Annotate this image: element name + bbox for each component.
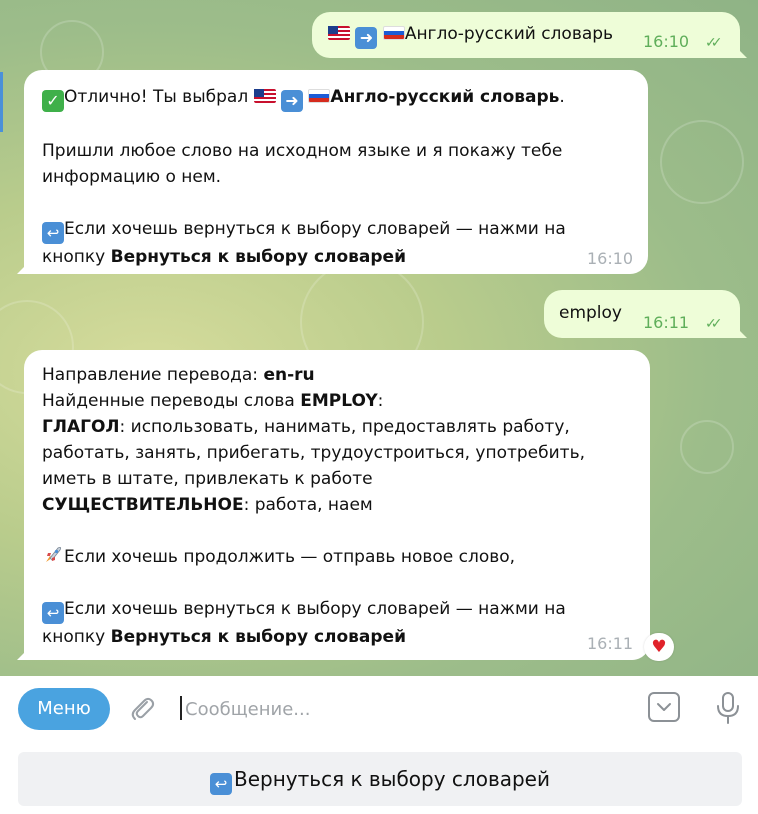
message-line: Найденные переводы слова EMPLOY:: [42, 391, 384, 411]
incoming-message[interactable]: ✓ Отлично! Ты выбрал ➜ Англо-русский слов…: [17, 70, 648, 274]
bubble-tail: [735, 326, 747, 338]
rocket-icon: [46, 546, 62, 562]
ru-flag-icon: [308, 89, 331, 103]
bubble-tail: [17, 648, 29, 660]
us-flag-icon: [328, 26, 350, 40]
message-line: ГЛАГОЛ: использовать, нанимать, предоста…: [42, 417, 585, 489]
background-doodle: [680, 420, 734, 474]
message-time: 16:10: [643, 32, 690, 51]
return-arrow-icon: ↩: [42, 222, 64, 244]
paperclip-icon[interactable]: [127, 694, 157, 724]
keyboard-button-label: Вернуться к выбору словарей: [234, 767, 550, 791]
message-text: Англо-русский словарь: [404, 24, 614, 44]
right-arrow-icon: ➜: [281, 90, 303, 112]
message-time: 16:10: [587, 249, 634, 268]
message-line: ✓ Отлично! Ты выбрал ➜ Англо-русский слов…: [42, 84, 632, 112]
microphone-icon[interactable]: [713, 690, 743, 726]
message-paragraph: ↩ Если хочешь вернуться к выбору словарей…: [42, 219, 566, 267]
message-text: employ: [559, 303, 622, 323]
check-mark-icon: ✓: [42, 90, 64, 112]
incoming-message[interactable]: Направление перевода: en-ru Найденные пе…: [17, 350, 650, 660]
right-arrow-icon: ➜: [355, 27, 378, 49]
background-doodle: [660, 120, 744, 204]
message-line: Если хочешь продолжить — отправь новое с…: [42, 544, 602, 570]
back-to-dictionaries-button[interactable]: ↩ Вернуться к выбору словарей: [18, 752, 742, 806]
message-input[interactable]: [183, 692, 617, 726]
message-paragraph: ↩ Если хочешь вернуться к выбору словарей…: [42, 599, 566, 647]
message-line: Направление перевода: en-ru: [42, 365, 315, 385]
return-arrow-icon: ↩: [42, 602, 64, 624]
menu-button[interactable]: Меню: [18, 688, 110, 730]
return-arrow-icon: ↩: [210, 773, 232, 795]
outgoing-message[interactable]: ➜ Англо-русский словарь 16:10 ✓✓: [312, 12, 747, 58]
message-line: СУЩЕСТВИТЕЛЬНОЕ: работа, наем: [42, 495, 373, 515]
heart-reaction-icon[interactable]: ♥: [644, 633, 674, 661]
read-ticks-icon: ✓✓: [705, 316, 723, 332]
message-paragraph: Пришли любое слово на исходном языке и я…: [42, 141, 563, 187]
chat-area: ➜ Англо-русский словарь 16:10 ✓✓ ✓ Отличн…: [0, 0, 758, 676]
bubble-tail: [735, 46, 747, 58]
message-time: 16:11: [587, 634, 634, 653]
chevron-down-icon: [657, 703, 671, 711]
scroll-indicator: [0, 72, 3, 132]
outgoing-message[interactable]: employ 16:11 ✓✓: [544, 290, 747, 338]
message-time: 16:11: [643, 313, 690, 332]
bubble-tail: [17, 262, 29, 274]
text-caret: [180, 696, 182, 720]
us-flag-icon: [253, 89, 276, 103]
sticker-icon[interactable]: [648, 692, 680, 722]
read-ticks-icon: ✓✓: [705, 35, 723, 51]
ru-flag-icon: [382, 26, 405, 40]
